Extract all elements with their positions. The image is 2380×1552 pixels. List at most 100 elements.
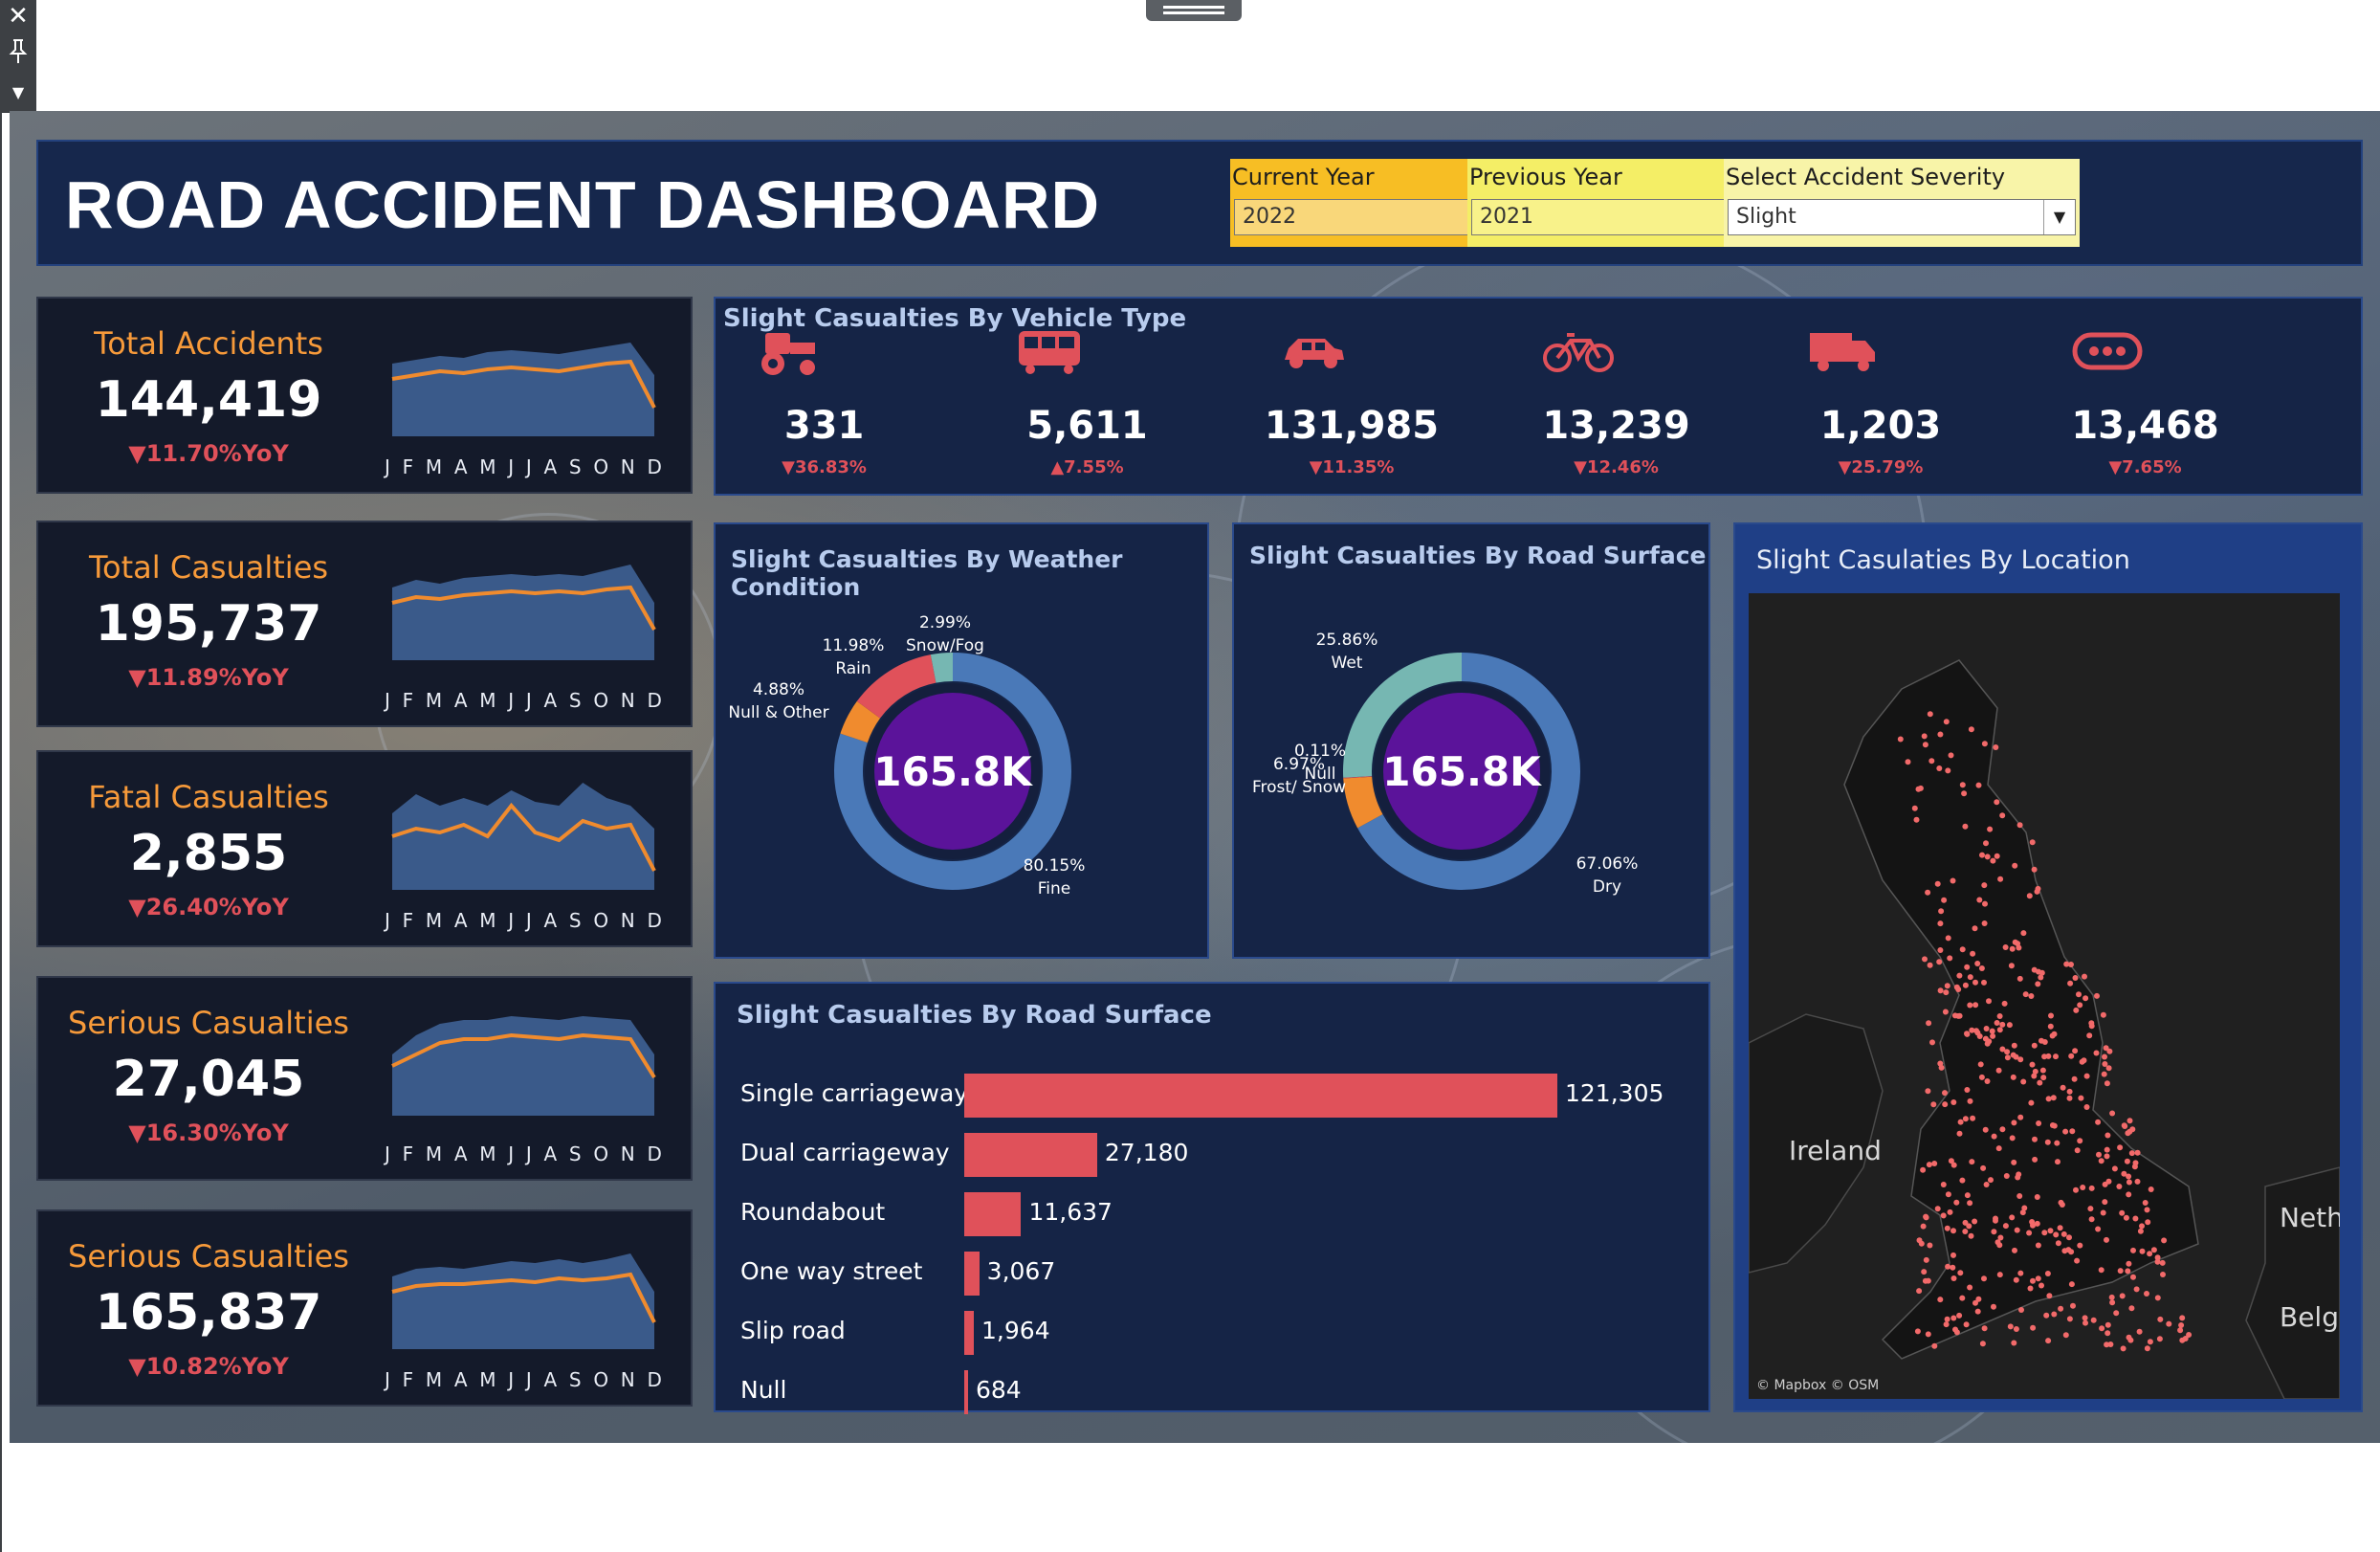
kpi-value: 2,855 (129, 825, 288, 882)
casualty-point (2076, 991, 2082, 998)
casualty-point (2001, 1000, 2008, 1007)
casualty-point (2139, 1248, 2146, 1254)
casualty-point (2093, 1050, 2100, 1056)
casualty-point (1964, 1031, 1970, 1037)
casualty-point (2102, 1053, 2107, 1060)
dashboard-header: ROAD ACCIDENT DASHBOARD Current Year 2022… (36, 140, 2363, 266)
casualty-point (1981, 920, 1988, 926)
casualty-point (1967, 1200, 1973, 1207)
casualty-point (2121, 1170, 2127, 1177)
month-tick: A (453, 689, 468, 712)
casualty-point (1979, 1341, 1986, 1347)
donut-category-label: Snow/Fog (906, 636, 984, 655)
vehicle-type-item: 13,239 ▼12.46% (1521, 299, 1712, 490)
month-tick: J (508, 1142, 515, 1165)
bar-value-label: 684 (976, 1376, 1022, 1404)
dashboard-canvas: ROAD ACCIDENT DASHBOARD Current Year 2022… (10, 111, 2380, 1443)
casualty-point (1999, 1046, 2006, 1053)
casualty-point (2022, 991, 2029, 998)
casualty-point (2098, 1158, 2105, 1164)
casualty-point (1950, 877, 1956, 884)
casualty-point (2126, 1260, 2132, 1267)
casualty-point (1937, 947, 1944, 953)
previous-year-area (392, 1253, 654, 1349)
casualty-point (1962, 1116, 1969, 1122)
casualty-point (1994, 799, 2000, 806)
casualty-point (2015, 1174, 2021, 1181)
kpi-title: Serious Casualties (68, 1005, 349, 1041)
casualty-point (2009, 1214, 2016, 1221)
casualty-point (2038, 1282, 2044, 1289)
casualty-point (1951, 1012, 1958, 1019)
month-tick: J (525, 689, 532, 712)
casualty-point (1999, 812, 2006, 819)
casualty-point (2012, 939, 2018, 945)
bar-value-label: 11,637 (1028, 1198, 1113, 1226)
casualty-point (2186, 1332, 2193, 1338)
uk-map[interactable]: Ireland Neth Belgi © Mapbox © OSM (1749, 593, 2340, 1399)
caret-down-icon[interactable]: ▼ (4, 78, 33, 107)
casualty-point (1993, 1217, 1998, 1224)
casualty-point (2127, 1118, 2133, 1124)
casualty-point (2117, 1268, 2124, 1275)
casualty-point (2111, 1165, 2118, 1172)
vehicle-change: ▼11.35% (1309, 457, 1395, 477)
month-tick: J (508, 689, 515, 712)
casualty-point (1950, 1252, 1956, 1258)
casualty-point (1942, 1101, 1949, 1108)
casualty-point (1967, 1097, 1973, 1104)
kpi-title: Serious Casualties (68, 1238, 349, 1275)
vehicle-value: 1,203 (1819, 404, 1942, 448)
casualty-point (2007, 1323, 2014, 1330)
month-tick: N (620, 689, 635, 712)
casualty-point (1981, 741, 1988, 747)
casualty-point (2051, 1311, 2058, 1318)
road-type-bar-title: Slight Casualties By Road Surface (737, 1001, 1212, 1030)
casualty-point (2144, 1291, 2149, 1297)
month-tick: S (568, 689, 582, 712)
casualty-point (2072, 975, 2079, 981)
month-tick: J (508, 455, 515, 478)
month-axis: JFMAMJJASOND (385, 1368, 662, 1391)
filter-select[interactable]: Slight ▼ (1728, 199, 2076, 235)
casualty-point (2026, 893, 2033, 899)
casualty-point (2032, 1136, 2038, 1142)
map-label-ireland: Ireland (1789, 1135, 1882, 1166)
casualty-point (1937, 1297, 1944, 1303)
month-tick: F (402, 1368, 414, 1391)
location-title: Slight Casulaties By Location (1756, 545, 2130, 575)
pin-icon[interactable] (4, 38, 33, 67)
vehicle-value: 5,611 (1026, 404, 1148, 448)
casualty-point (2088, 1216, 2095, 1223)
casualty-point (1953, 1329, 1960, 1336)
month-tick: J (385, 909, 390, 932)
casualty-point (2104, 1153, 2110, 1160)
casualty-point (2009, 1135, 2016, 1142)
casualty-point (2102, 1199, 2108, 1206)
casualty-point (2060, 1231, 2067, 1237)
casualty-point (2104, 1146, 2110, 1153)
vehicle-change: ▲7.55% (1050, 457, 1124, 477)
casualty-point (2035, 981, 2041, 987)
casualty-point (2077, 1242, 2083, 1249)
month-tick: A (543, 1368, 558, 1391)
chevron-down-icon[interactable]: ▼ (2043, 200, 2075, 234)
donut-category-label: Null & Other (728, 703, 828, 722)
casualty-point (1988, 1177, 1994, 1184)
drag-handle[interactable] (1146, 0, 1242, 21)
casualty-point (1970, 1115, 1976, 1121)
month-tick: J (525, 1368, 532, 1391)
casualty-point (1942, 1009, 1949, 1015)
casualty-point (2145, 1219, 2151, 1226)
casualty-point (2107, 1341, 2114, 1347)
month-tick: J (525, 909, 532, 932)
casualty-point (2131, 1164, 2138, 1170)
casualty-point (2058, 1305, 2064, 1312)
casualty-point (2055, 1240, 2061, 1247)
month-tick: A (453, 455, 468, 478)
month-tick: F (402, 455, 414, 478)
bar-category-label: Null (740, 1376, 787, 1404)
close-icon[interactable]: ✕ (4, 2, 33, 31)
filter-2: Select Accident Severity Slight ▼ (1724, 159, 2080, 247)
casualty-point (2058, 1199, 2064, 1206)
